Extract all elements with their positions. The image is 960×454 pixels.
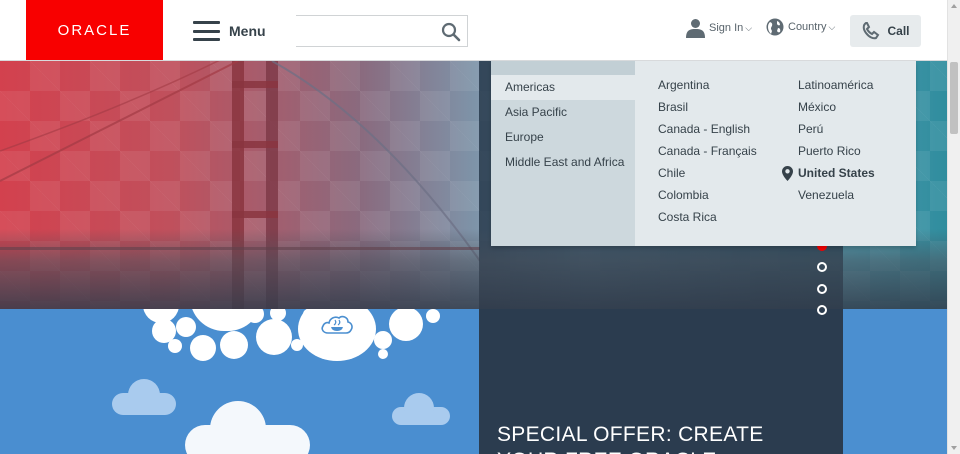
page-scrollbar[interactable] xyxy=(947,0,960,454)
phone-icon xyxy=(863,22,880,40)
country-link-brasil[interactable]: Brasil xyxy=(658,96,757,118)
country-link-peru[interactable]: Perú xyxy=(798,118,875,140)
country-column-2: Latinoamérica México Perú Puerto Rico Un… xyxy=(782,74,875,206)
region-item-europe[interactable]: Europe xyxy=(491,125,635,150)
country-link-costa-rica[interactable]: Costa Rica xyxy=(658,206,757,228)
chevron-down-icon: ⌵ xyxy=(828,21,836,32)
country-button[interactable]: Country ⌵ xyxy=(766,18,835,36)
chevron-down-icon: ⌵ xyxy=(745,22,753,33)
country-link-chile[interactable]: Chile xyxy=(658,162,757,184)
carousel-dot-2[interactable] xyxy=(817,262,827,272)
country-link-colombia[interactable]: Colombia xyxy=(658,184,757,206)
globe-icon xyxy=(766,18,784,36)
cloud-illustration xyxy=(0,309,479,454)
region-item-middle-east-africa[interactable]: Middle East and Africa xyxy=(491,150,635,175)
call-label: Call xyxy=(887,24,910,38)
country-link-canada-english[interactable]: Canada - English xyxy=(658,118,757,140)
promo-title: SPECIAL OFFER: CREATE YOUR FREE ORACLE xyxy=(497,423,764,454)
scroll-thumb[interactable] xyxy=(950,62,958,134)
carousel-dot-4[interactable] xyxy=(817,305,827,315)
sign-in-button[interactable]: Sign In ⌵ xyxy=(686,18,752,38)
logo-text: ORACLE xyxy=(57,22,132,39)
country-dropdown: Americas Asia Pacific Europe Middle East… xyxy=(491,54,916,246)
promo-panel[interactable]: SPECIAL OFFER: CREATE YOUR FREE ORACLE xyxy=(479,309,843,454)
scroll-up-icon[interactable] xyxy=(951,4,957,8)
location-pin-icon xyxy=(782,166,793,181)
country-link-mexico[interactable]: México xyxy=(798,96,875,118)
site-header: ORACLE Menu Sign In ⌵ Country ⌵ Call xyxy=(0,0,947,61)
region-item-asia-pacific[interactable]: Asia Pacific xyxy=(491,100,635,125)
carousel-dot-3[interactable] xyxy=(817,284,827,294)
scroll-down-icon[interactable] xyxy=(951,446,957,450)
country-column-1: Argentina Brasil Canada - English Canada… xyxy=(658,74,757,228)
country-link-puerto-rico[interactable]: Puerto Rico xyxy=(798,140,875,162)
menu-button[interactable]: Menu xyxy=(193,21,266,41)
country-link-united-states[interactable]: United States xyxy=(782,162,875,184)
java-cloud-icon xyxy=(321,315,353,334)
menu-label: Menu xyxy=(229,23,266,39)
feature-section: SPECIAL OFFER: CREATE YOUR FREE ORACLE xyxy=(0,309,947,454)
search-box xyxy=(296,15,468,47)
country-link-latinoamerica[interactable]: Latinoamérica xyxy=(798,74,875,96)
search-input[interactable] xyxy=(296,16,436,46)
country-link-argentina[interactable]: Argentina xyxy=(658,74,757,96)
region-list: Americas Asia Pacific Europe Middle East… xyxy=(491,61,635,246)
country-link-canada-francais[interactable]: Canada - Français xyxy=(658,140,757,162)
sign-in-label: Sign In xyxy=(709,22,744,34)
country-link-venezuela[interactable]: Venezuela xyxy=(798,184,875,206)
call-button[interactable]: Call xyxy=(850,15,921,47)
search-icon[interactable] xyxy=(441,22,461,42)
region-item-americas[interactable]: Americas xyxy=(491,75,635,100)
country-label: Country xyxy=(788,21,827,33)
selected-country-label: United States xyxy=(798,166,875,180)
user-icon xyxy=(686,19,705,38)
oracle-logo[interactable]: ORACLE xyxy=(26,0,163,61)
hamburger-icon xyxy=(193,21,220,41)
